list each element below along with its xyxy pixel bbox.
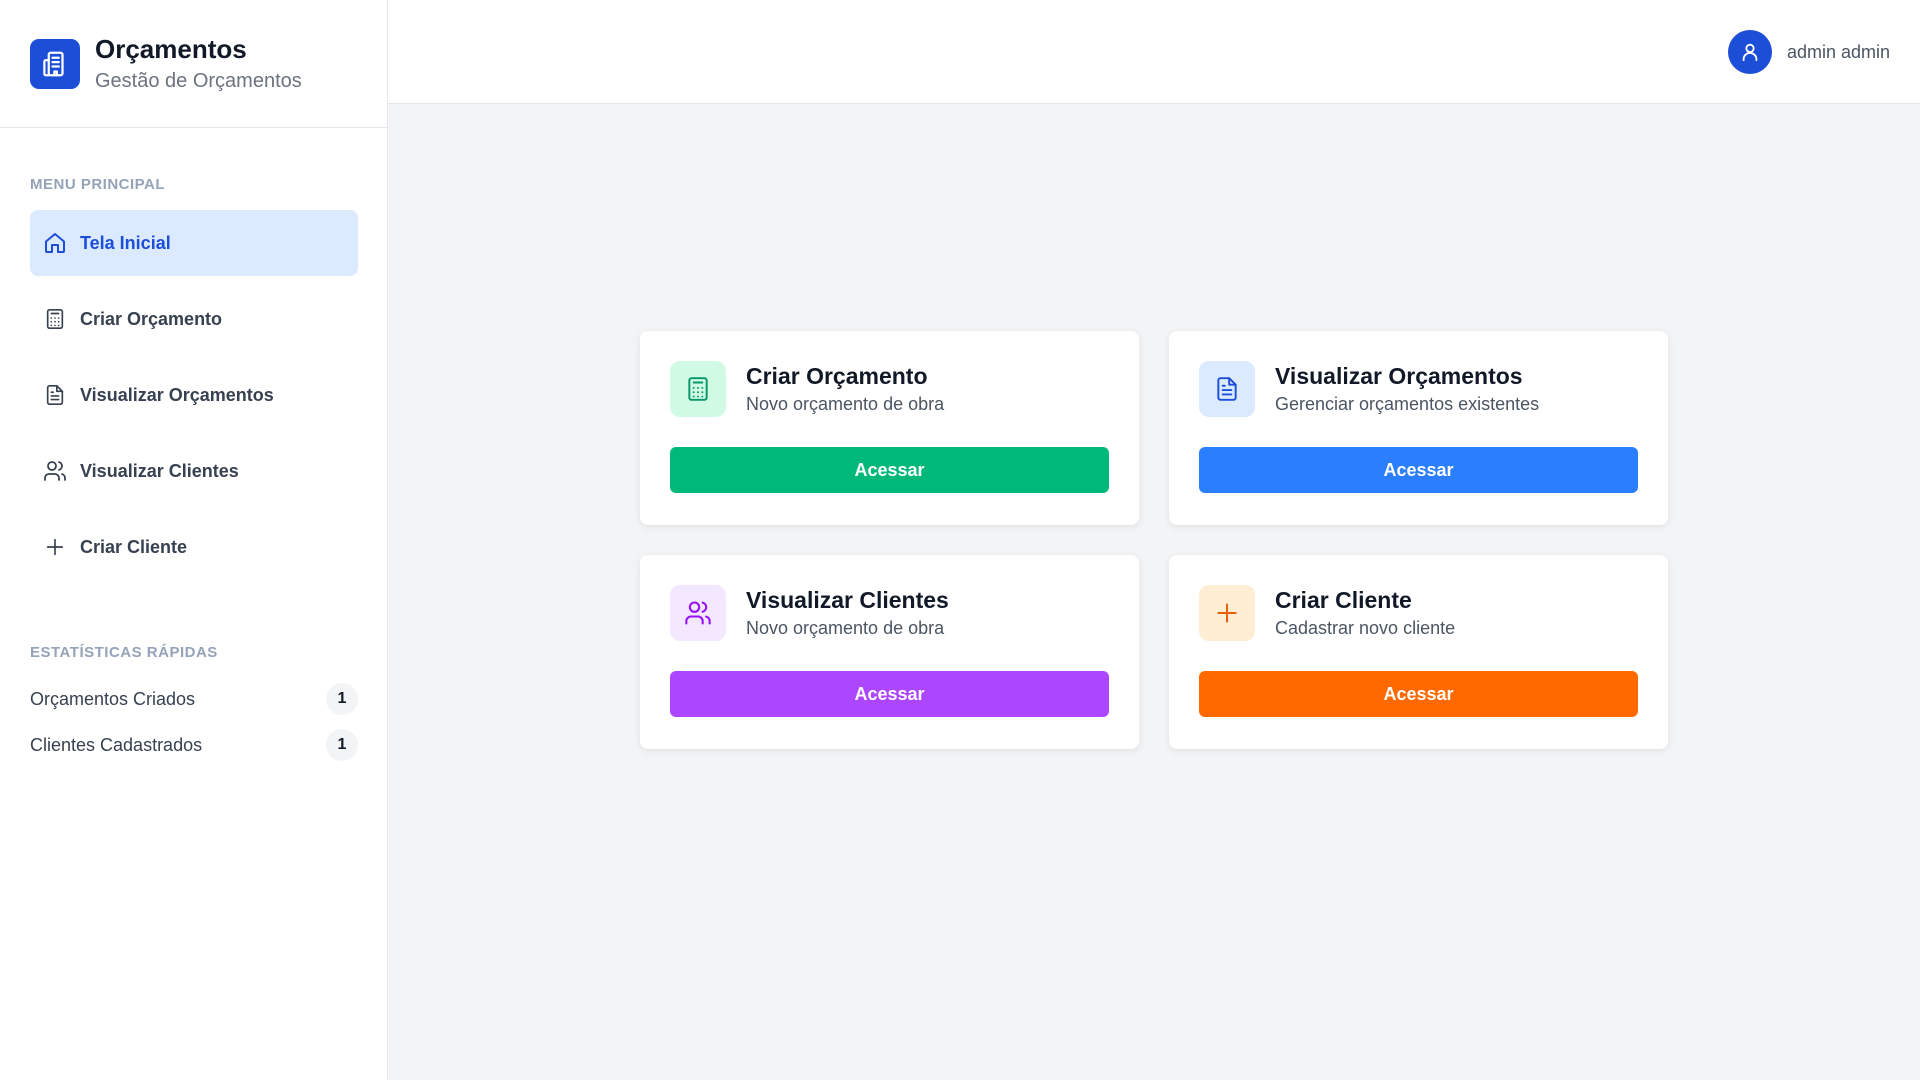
user-menu[interactable]: admin admin: [1727, 30, 1890, 74]
sidebar-item-tela-inicial[interactable]: Tela Inicial: [30, 210, 358, 276]
stat-label: Clientes Cadastrados: [30, 734, 203, 755]
card-visualizar-clientes: Visualizar Clientes Novo orçamento de ob…: [640, 555, 1139, 749]
sidebar: Orçamentos Gestão de Orçamentos MENU PRI…: [0, 0, 388, 1080]
users-icon: [40, 456, 70, 486]
top-header: admin admin: [388, 0, 1920, 104]
card-subtitle: Cadastrar novo cliente: [1275, 618, 1456, 638]
stats-section-label: ESTATÍSTICAS RÁPIDAS: [30, 644, 218, 661]
plus-icon: [1199, 585, 1255, 641]
file-text-icon: [40, 380, 70, 410]
card-criar-orcamento: Criar Orçamento Novo orçamento de obra A…: [640, 331, 1139, 525]
calculator-icon: [670, 361, 726, 417]
dashboard-cards: Criar Orçamento Novo orçamento de obra A…: [640, 331, 1668, 749]
users-icon: [670, 585, 726, 641]
sidebar-item-label: Criar Cliente: [80, 536, 188, 557]
app-subtitle: Gestão de Orçamentos: [95, 69, 302, 92]
stat-label: Orçamentos Criados: [30, 688, 196, 709]
card-visualizar-orcamentos: Visualizar Orçamentos Gerenciar orçament…: [1169, 331, 1668, 525]
calculator-icon: [40, 304, 70, 334]
card-title: Criar Cliente: [1275, 587, 1412, 613]
card-title: Visualizar Clientes: [746, 587, 949, 613]
sidebar-item-label: Visualizar Clientes: [80, 460, 239, 481]
sidebar-item-label: Criar Orçamento: [80, 308, 223, 329]
acessar-button[interactable]: Acessar: [670, 447, 1109, 493]
count-badge: 1: [326, 683, 358, 715]
acessar-button[interactable]: Acessar: [670, 671, 1109, 717]
file-text-icon: [1199, 361, 1255, 417]
card-title: Criar Orçamento: [746, 363, 928, 389]
building-icon: [30, 38, 80, 89]
acessar-button[interactable]: Acessar: [1199, 671, 1638, 717]
user-icon: [1727, 30, 1772, 74]
sidebar-item-visualizar-clientes[interactable]: Visualizar Clientes: [30, 438, 358, 504]
sidebar-item-criar-cliente[interactable]: Criar Cliente: [30, 514, 358, 580]
card-subtitle: Novo orçamento de obra: [746, 618, 945, 638]
sidebar-item-visualizar-orcamentos[interactable]: Visualizar Orçamentos: [30, 362, 358, 428]
sidebar-item-criar-orcamento[interactable]: Criar Orçamento: [30, 286, 358, 352]
card-title: Visualizar Orçamentos: [1275, 363, 1523, 389]
quick-stats: Orçamentos Criados 1 Clientes Cadastrado…: [30, 676, 358, 768]
sidebar-item-label: Visualizar Orçamentos: [80, 384, 274, 405]
sidebar-item-label: Tela Inicial: [80, 232, 171, 253]
card-criar-cliente: Criar Cliente Cadastrar novo cliente Ace…: [1169, 555, 1668, 749]
card-subtitle: Novo orçamento de obra: [746, 394, 945, 414]
home-icon: [40, 228, 70, 258]
user-name: admin admin: [1786, 41, 1890, 62]
menu-section-label: MENU PRINCIPAL: [30, 176, 166, 193]
plus-icon: [40, 532, 70, 562]
acessar-button[interactable]: Acessar: [1199, 447, 1638, 493]
brand: Orçamentos Gestão de Orçamentos: [0, 0, 387, 128]
stat-clientes-cadastrados: Clientes Cadastrados 1: [30, 722, 358, 768]
app-title: Orçamentos: [95, 33, 247, 64]
main-menu: Tela Inicial Criar Orçamento Visualizar …: [30, 210, 358, 590]
stat-orcamentos-criados: Orçamentos Criados 1: [30, 676, 358, 722]
count-badge: 1: [326, 729, 358, 761]
card-subtitle: Gerenciar orçamentos existentes: [1275, 394, 1540, 414]
